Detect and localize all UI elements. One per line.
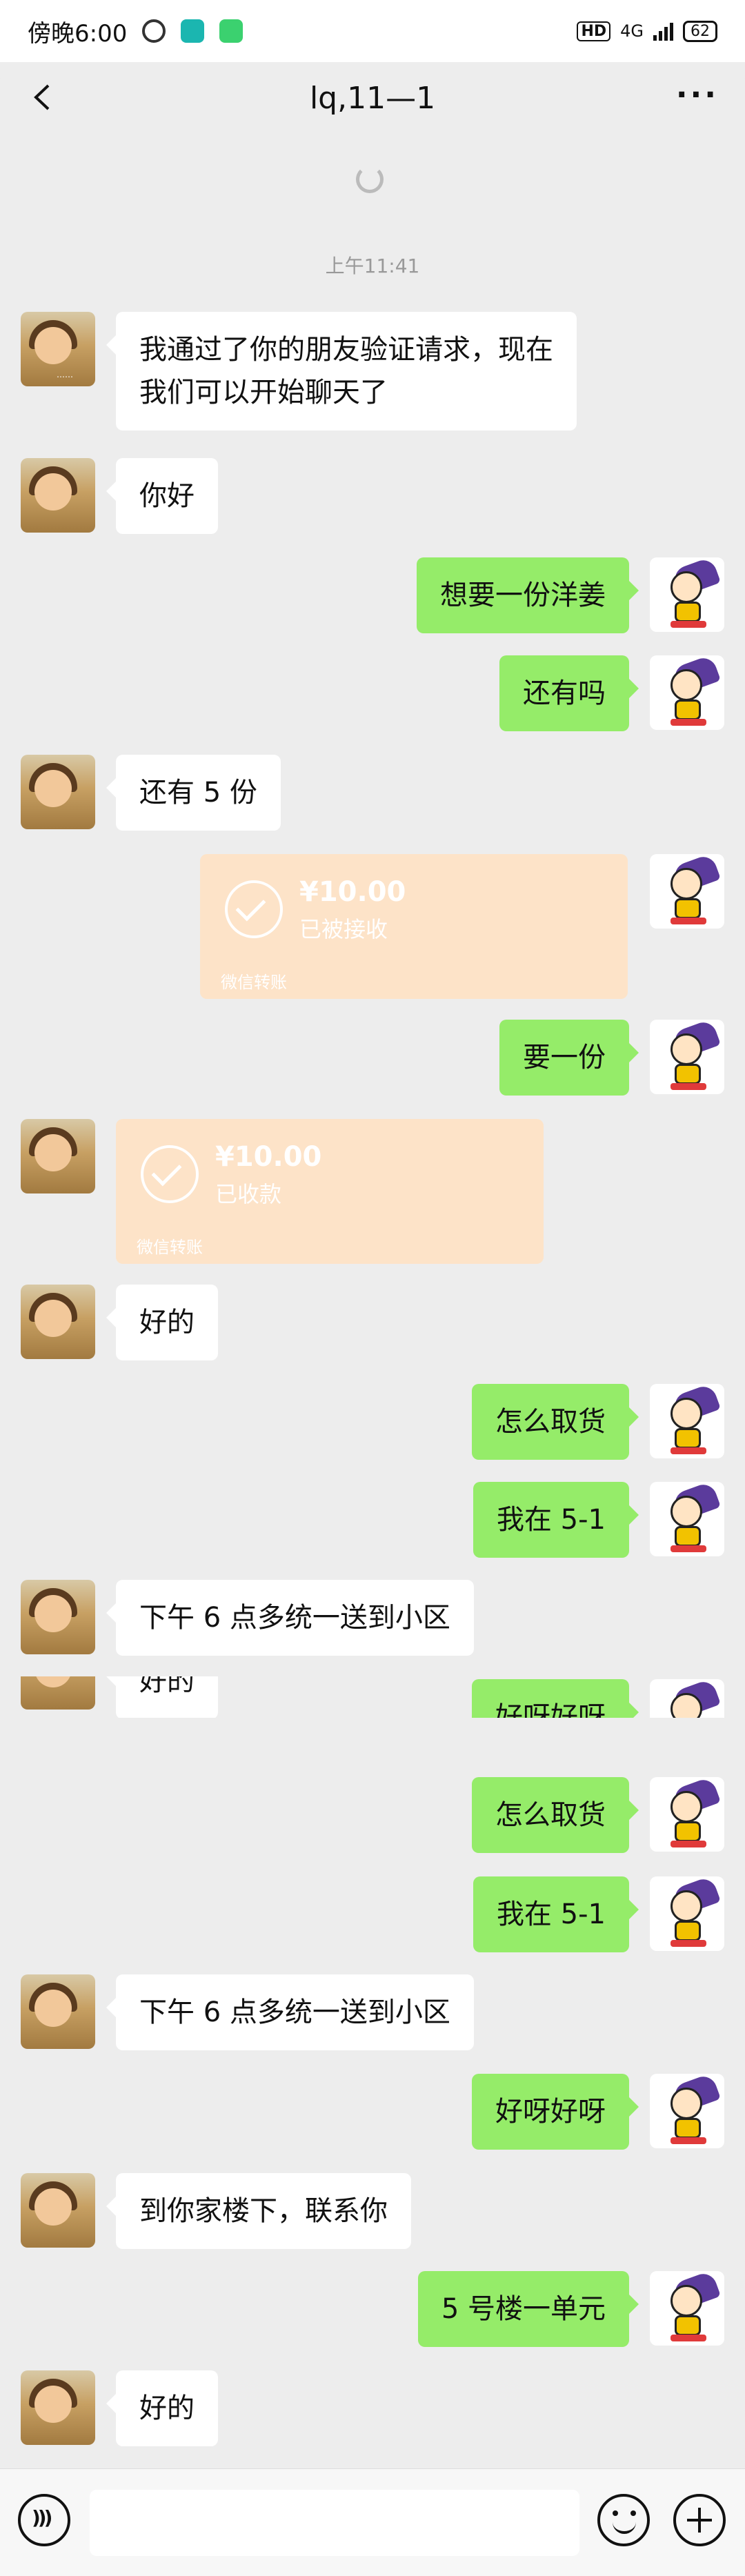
- loading-spinner-icon: [356, 166, 384, 193]
- my-avatar[interactable]: [650, 1384, 724, 1458]
- alarm-icon: [142, 19, 166, 43]
- my-avatar[interactable]: [650, 655, 724, 730]
- battery-indicator: 62: [683, 20, 717, 42]
- back-arrow-icon[interactable]: [26, 80, 61, 115]
- message-bubble[interactable]: 我在 5-1: [473, 1482, 639, 1558]
- message-bubble[interactable]: 要一份: [499, 1020, 639, 1096]
- status-bar: 傍晚6:00 HD 4G 62: [0, 0, 745, 62]
- message-bubble[interactable]: 怎么取货: [472, 1384, 639, 1460]
- chat-header: lq,11—1 ···: [0, 62, 745, 134]
- contact-avatar[interactable]: ……: [21, 312, 95, 386]
- check-circle-icon: [225, 880, 283, 938]
- contact-avatar[interactable]: [21, 2370, 95, 2445]
- transfer-card[interactable]: ¥10.00 已被接收 微信转账: [200, 854, 628, 999]
- transfer-status: 已收款: [215, 1181, 282, 1207]
- my-avatar[interactable]: [650, 854, 724, 929]
- message-bubble[interactable]: 下午 6 点多统一送到小区: [106, 1974, 474, 2050]
- check-circle-icon: [141, 1145, 199, 1203]
- my-avatar[interactable]: [650, 2271, 724, 2346]
- message-timestamp: 上午11:41: [325, 255, 420, 277]
- my-avatar[interactable]: [650, 1876, 724, 1951]
- message-bubble[interactable]: 我通过了你的朋友验证请求，现在 我们可以开始聊天了: [106, 312, 577, 430]
- message-bubble[interactable]: 好的: [106, 1285, 218, 1360]
- my-avatar: [650, 1679, 724, 1718]
- message-bubble[interactable]: 怎么取货: [472, 1777, 639, 1853]
- transfer-footer: 微信转账: [221, 973, 287, 992]
- my-avatar[interactable]: [650, 1020, 724, 1094]
- chat-title: lq,11—1: [309, 80, 436, 116]
- contact-avatar[interactable]: [21, 1974, 95, 2049]
- contact-avatar[interactable]: [21, 2173, 95, 2248]
- message-bubble[interactable]: 下午 6 点多统一送到小区: [106, 1580, 474, 1656]
- transfer-amount: ¥10.00: [215, 1141, 322, 1173]
- message-input[interactable]: [90, 2490, 579, 2556]
- message-bubble[interactable]: 想要一份洋姜: [417, 557, 639, 633]
- emoji-icon[interactable]: [597, 2494, 650, 2546]
- message-bubble[interactable]: 你好: [106, 458, 218, 534]
- message-bubble[interactable]: 到你家楼下，联系你: [106, 2173, 411, 2249]
- contact-avatar[interactable]: [21, 1285, 95, 1359]
- avatar-caption: ……: [57, 370, 73, 379]
- app-notification-icon: [181, 19, 205, 43]
- contact-avatar[interactable]: [21, 755, 95, 829]
- stitch-artifact: 好呀好呀 好的: [0, 1676, 745, 1718]
- message-bubble[interactable]: 好的: [106, 2370, 218, 2446]
- wechat-notification-icon: [219, 19, 244, 43]
- message-bubble-partial: 好的: [106, 1676, 218, 1718]
- transfer-footer: 微信转账: [137, 1238, 203, 1257]
- message-bubble[interactable]: 还有吗: [499, 655, 639, 731]
- plus-icon[interactable]: [673, 2494, 726, 2546]
- message-bubble[interactable]: 5 号楼一单元: [417, 2271, 639, 2347]
- my-avatar[interactable]: [650, 1777, 724, 1852]
- contact-avatar[interactable]: [21, 1119, 95, 1193]
- contact-avatar: [21, 1676, 95, 1710]
- message-bubble[interactable]: 还有 5 份: [106, 755, 281, 831]
- network-type: 4G: [620, 21, 644, 41]
- transfer-card[interactable]: ¥10.00 已收款 微信转账: [116, 1119, 544, 1264]
- more-options-icon[interactable]: ···: [676, 77, 719, 112]
- message-bubble-partial: 好呀好呀: [472, 1679, 639, 1718]
- message-bubble[interactable]: 好呀好呀: [472, 2074, 639, 2150]
- my-avatar[interactable]: [650, 557, 724, 632]
- contact-avatar[interactable]: [21, 458, 95, 533]
- my-avatar[interactable]: [650, 2074, 724, 2148]
- status-time: 傍晚6:00: [28, 19, 128, 48]
- contact-avatar[interactable]: [21, 1580, 95, 1654]
- signal-icon: [653, 21, 673, 41]
- my-avatar[interactable]: [650, 1482, 724, 1556]
- transfer-amount: ¥10.00: [299, 876, 406, 908]
- hd-badge: HD: [577, 21, 611, 41]
- input-bar: [0, 2468, 745, 2576]
- voice-input-icon[interactable]: [18, 2494, 70, 2546]
- message-bubble[interactable]: 我在 5-1: [473, 1876, 639, 1952]
- transfer-status: 已被接收: [299, 916, 388, 942]
